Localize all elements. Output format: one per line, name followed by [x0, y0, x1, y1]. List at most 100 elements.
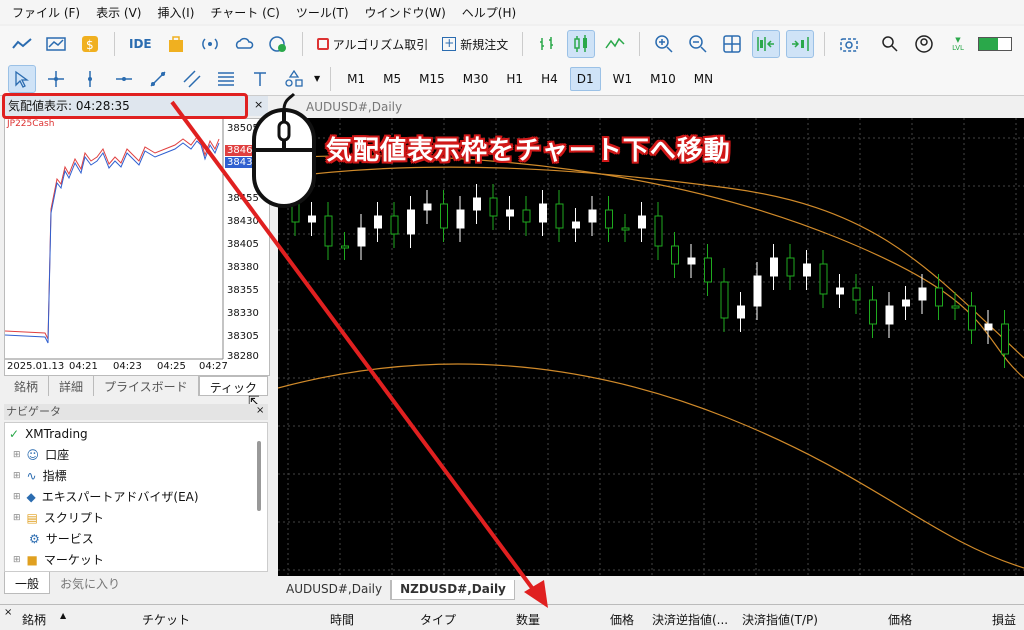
menu-help[interactable]: ヘルプ(H) [458, 4, 528, 21]
account-icon[interactable] [910, 30, 938, 58]
timeframe-m30[interactable]: M30 [457, 68, 495, 90]
trendline-icon[interactable] [144, 65, 172, 93]
menu-view[interactable]: 表示 (V) [92, 4, 153, 21]
horizontal-line-icon[interactable] [110, 65, 138, 93]
candlestick-chart[interactable] [278, 118, 1024, 576]
column-price[interactable]: 価格 [610, 611, 634, 628]
close-icon[interactable]: × [254, 98, 263, 111]
bar-chart-icon[interactable] [533, 30, 561, 58]
close-icon[interactable]: × [256, 405, 264, 416]
screenshot-icon[interactable] [835, 30, 863, 58]
tab-chart-audusd[interactable]: AUDUSD#,Daily [278, 580, 392, 600]
shopping-bag-icon[interactable] [162, 30, 190, 58]
toolbar-separator [330, 66, 332, 91]
cursor-icon[interactable] [8, 64, 36, 93]
navigator-item-experts[interactable]: ⊞ ◆ エキスパートアドバイザ(EA) [5, 486, 267, 507]
crosshair-icon[interactable] [42, 65, 70, 93]
column-type[interactable]: タイプ [420, 611, 456, 628]
cloud-icon[interactable] [230, 30, 258, 58]
timeframe-h4[interactable]: H4 [535, 68, 564, 90]
expand-icon[interactable]: ⊞ [13, 450, 21, 460]
market-icon[interactable]: $ [76, 30, 104, 58]
menu-tools[interactable]: ツール(T) [292, 4, 361, 21]
algo-trading-button[interactable]: アルゴリズム取引 [313, 36, 433, 53]
chart-window[interactable]: AUDUSD#,Daily [278, 96, 1024, 576]
column-symbol[interactable]: 銘柄 [22, 611, 46, 628]
timeframe-m15[interactable]: M15 [413, 68, 451, 90]
navigator-root[interactable]: ✓ XMTrading [5, 423, 267, 444]
tab-favorites[interactable]: お気に入り [50, 572, 130, 594]
close-icon[interactable]: × [4, 607, 12, 618]
candle-body [786, 257, 795, 277]
navigator-header[interactable]: ナビゲータ [4, 404, 268, 420]
sort-asc-icon[interactable]: ▲ [60, 611, 66, 620]
column-ticket[interactable]: チケット [142, 611, 190, 628]
navigator-item-services[interactable]: ⚙ サービス [5, 528, 267, 549]
shapes-icon[interactable] [280, 65, 308, 93]
expand-icon[interactable]: ⊞ [13, 555, 21, 565]
navigator-item-market[interactable]: ⊞ ■ マーケット [5, 549, 267, 570]
timeframe-w1[interactable]: W1 [607, 68, 639, 90]
menu-window[interactable]: ウインドウ(W) [361, 4, 458, 21]
column-volume[interactable]: 数量 [516, 611, 540, 628]
tab-details[interactable]: 詳細 [49, 376, 95, 396]
timeframe-m1[interactable]: M1 [341, 68, 371, 90]
timeframe-m10[interactable]: M10 [644, 68, 682, 90]
candle-body [456, 209, 465, 229]
expand-icon[interactable]: ⊞ [13, 471, 21, 481]
tab-chart-nzdusd[interactable]: NZDUSD#,Daily [391, 580, 515, 600]
timeframe-d1[interactable]: D1 [569, 66, 601, 91]
channel-icon[interactable] [178, 65, 206, 93]
tab-tick[interactable]: ティック [198, 376, 268, 396]
svg-text:$: $ [86, 38, 94, 52]
tab-price-board[interactable]: プライスボード [94, 376, 199, 396]
tab-general[interactable]: 一般 [4, 572, 51, 594]
chart-shift-icon[interactable] [786, 30, 815, 58]
shapes-dropdown-icon[interactable]: ▼ [314, 74, 320, 83]
tick-chart: JP225Cash 38505 3846 3843 38455 38430 38… [4, 118, 270, 376]
fibonacci-icon[interactable] [212, 65, 240, 93]
navigator-item-label: スクリプト [43, 511, 104, 525]
new-order-button[interactable]: + 新規注文 [438, 36, 512, 53]
candle-body [341, 245, 349, 249]
column-take-profit[interactable]: 決済指値(T/P) [742, 611, 818, 628]
chart-type-icon[interactable] [8, 30, 36, 58]
vertical-line-icon[interactable] [76, 65, 104, 93]
timeframe-h1[interactable]: H1 [500, 68, 529, 90]
navigator-item-accounts[interactable]: ⊞ ☺ 口座 [5, 444, 267, 465]
ide-button[interactable]: IDE [125, 37, 156, 51]
candlestick-icon[interactable] [567, 30, 596, 58]
column-stop-loss[interactable]: 決済逆指値(... [652, 611, 728, 628]
zoom-in-icon[interactable] [650, 30, 678, 58]
menu-insert[interactable]: 挿入(I) [153, 4, 206, 21]
expand-icon[interactable]: ⊞ [13, 492, 21, 502]
timeframe-m5[interactable]: M5 [377, 68, 407, 90]
column-profit[interactable]: 損益 [992, 611, 1016, 628]
templates-icon[interactable] [42, 30, 70, 58]
timeframe-mn[interactable]: MN [688, 68, 719, 90]
level-icon[interactable]: ▼ LVL [944, 30, 972, 58]
tile-windows-icon[interactable] [718, 30, 746, 58]
text-icon[interactable] [246, 65, 274, 93]
line-chart-icon[interactable] [601, 30, 629, 58]
tab-symbols[interactable]: 銘柄 [4, 376, 50, 396]
navigator-item-scripts[interactable]: ⊞ ▤ スクリプト [5, 507, 267, 528]
menu-chart[interactable]: チャート (C) [206, 4, 291, 21]
candle-body [687, 257, 696, 265]
navigator-scrollbar[interactable] [257, 441, 261, 511]
vps-icon[interactable] [264, 30, 292, 58]
signal-icon[interactable] [196, 30, 224, 58]
navigator-item-indicators[interactable]: ⊞ ∿ 指標 [5, 465, 267, 486]
auto-scroll-icon[interactable] [752, 30, 781, 58]
candle-body [489, 197, 498, 217]
column-current-price[interactable]: 価格 [888, 611, 912, 628]
menu-bar: ファイル (F) 表示 (V) 挿入(I) チャート (C) ツール(T) ウイ… [0, 0, 1024, 24]
menu-file[interactable]: ファイル (F) [8, 4, 92, 21]
search-icon[interactable] [876, 30, 904, 58]
zoom-out-icon[interactable] [684, 30, 712, 58]
chart-tabs: AUDUSD#,Daily NZDUSD#,Daily [278, 580, 1024, 600]
toolbar-separator [301, 32, 303, 56]
column-time[interactable]: 時間 [330, 611, 354, 628]
expand-icon[interactable]: ⊞ [13, 513, 21, 523]
algo-label: アルゴリズム取引 [332, 37, 429, 52]
